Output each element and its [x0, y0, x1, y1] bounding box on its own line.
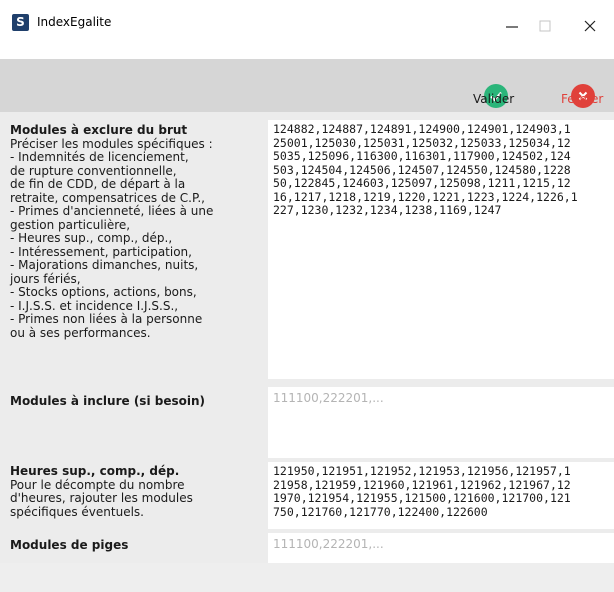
heures-label-block: Heures sup., comp., dép. Pour le décompt… [10, 464, 262, 519]
inclure-textarea[interactable]: 111100,222201,... [268, 387, 614, 458]
maximize-icon [539, 20, 551, 32]
exclure-desc-line: - Stocks options, actions, bons, [10, 285, 197, 299]
heures-desc-line: Pour le décompte du nombre [10, 477, 185, 492]
exclure-value-line: 503,124504,124506,124507,124550,124580,1… [273, 162, 571, 177]
heures-value-line: 121950,121951,121952,121953,121956,12195… [273, 464, 571, 478]
heures-textarea[interactable]: 121950,121951,121952,121953,121956,12195… [268, 462, 614, 529]
valider-label: Valider [473, 92, 515, 106]
close-window-button[interactable] [583, 18, 597, 37]
exclure-desc-line: de rupture conventionnelle, [10, 163, 177, 178]
exclure-value-line: 5035,125096,116300,116301,117900,124502,… [273, 149, 571, 163]
heures-value-line: 750,121760,121770,122400,122600 [273, 504, 488, 519]
footer-area [0, 563, 614, 592]
heures-desc-line: d'heures, rajouter les modules [10, 491, 193, 505]
exclure-desc-line: gestion particulière, [10, 217, 131, 232]
exclure-desc-line: Préciser les modules spécifiques : [10, 136, 213, 151]
exclure-title: Modules à exclure du brut [10, 123, 188, 137]
piges-placeholder: 111100,222201,... [273, 537, 384, 551]
piges-input[interactable]: 111100,222201,... [268, 533, 614, 565]
exclure-desc-line: jours fériés, [10, 271, 81, 286]
app-logo-icon: S [12, 14, 29, 31]
minimize-button[interactable] [505, 18, 519, 37]
heures-value-line: 1970,121954,121955,121500,121600,121700,… [273, 491, 571, 505]
exclure-desc-line: - Majorations dimanches, nuits, [10, 258, 199, 272]
inclure-placeholder: 111100,222201,... [273, 391, 384, 405]
exclure-desc-line: - Primes non liées à la personne [10, 312, 203, 326]
toolbar: Valider Fermer [0, 59, 614, 112]
exclure-desc-line: - Primes d'ancienneté, liées à une [10, 204, 214, 218]
heures-value-line: 21958,121959,121960,121961,121962,121967… [273, 477, 571, 492]
exclure-textarea[interactable]: 124882,124887,124891,124900,124901,12490… [268, 120, 614, 379]
minimize-icon [506, 26, 518, 28]
close-icon [584, 20, 596, 32]
exclure-desc-line: - I.J.S.S. et incidence I.J.S.S., [10, 298, 179, 313]
exclure-desc-line: retraite, compensatrices de C.P., [10, 190, 205, 205]
exclure-value-line: 16,1217,1218,1219,1220,1221,1223,1224,12… [273, 189, 578, 204]
title-bar: S IndexEgalite [0, 0, 614, 59]
maximize-button[interactable] [538, 18, 552, 37]
exclure-value-line: 124882,124887,124891,124900,124901,12490… [273, 122, 571, 136]
exclure-value-line: 50,122845,124603,125097,125098,1211,1215… [273, 176, 571, 190]
exclure-value-line: 227,1230,1232,1234,1238,1169,1247 [273, 203, 502, 217]
heures-desc-line: spécifiques éventuels. [10, 504, 144, 519]
exclure-desc-line: - Heures sup., comp., dép., [10, 231, 173, 245]
exclure-value-line: 25001,125030,125031,125032,125033,125034… [273, 135, 571, 150]
fermer-label: Fermer [561, 92, 604, 106]
inclure-label-block: Modules à inclure (si besoin) [10, 394, 262, 409]
exclure-desc-line: - Intéressement, participation, [10, 244, 192, 259]
exclure-desc-line: - Indemnités de licenciement, [10, 150, 189, 164]
exclure-desc-line: de fin de CDD, de départ à la [10, 177, 186, 191]
inclure-title: Modules à inclure (si besoin) [10, 394, 205, 408]
piges-label-block: Modules de piges [10, 538, 262, 553]
heures-title: Heures sup., comp., dép. [10, 464, 180, 478]
piges-title: Modules de piges [10, 538, 129, 552]
exclure-label-block: Modules à exclure du brut Préciser les m… [10, 123, 262, 340]
window-title: IndexEgalite [37, 15, 112, 29]
exclure-desc-line: ou à ses performances. [10, 325, 151, 340]
